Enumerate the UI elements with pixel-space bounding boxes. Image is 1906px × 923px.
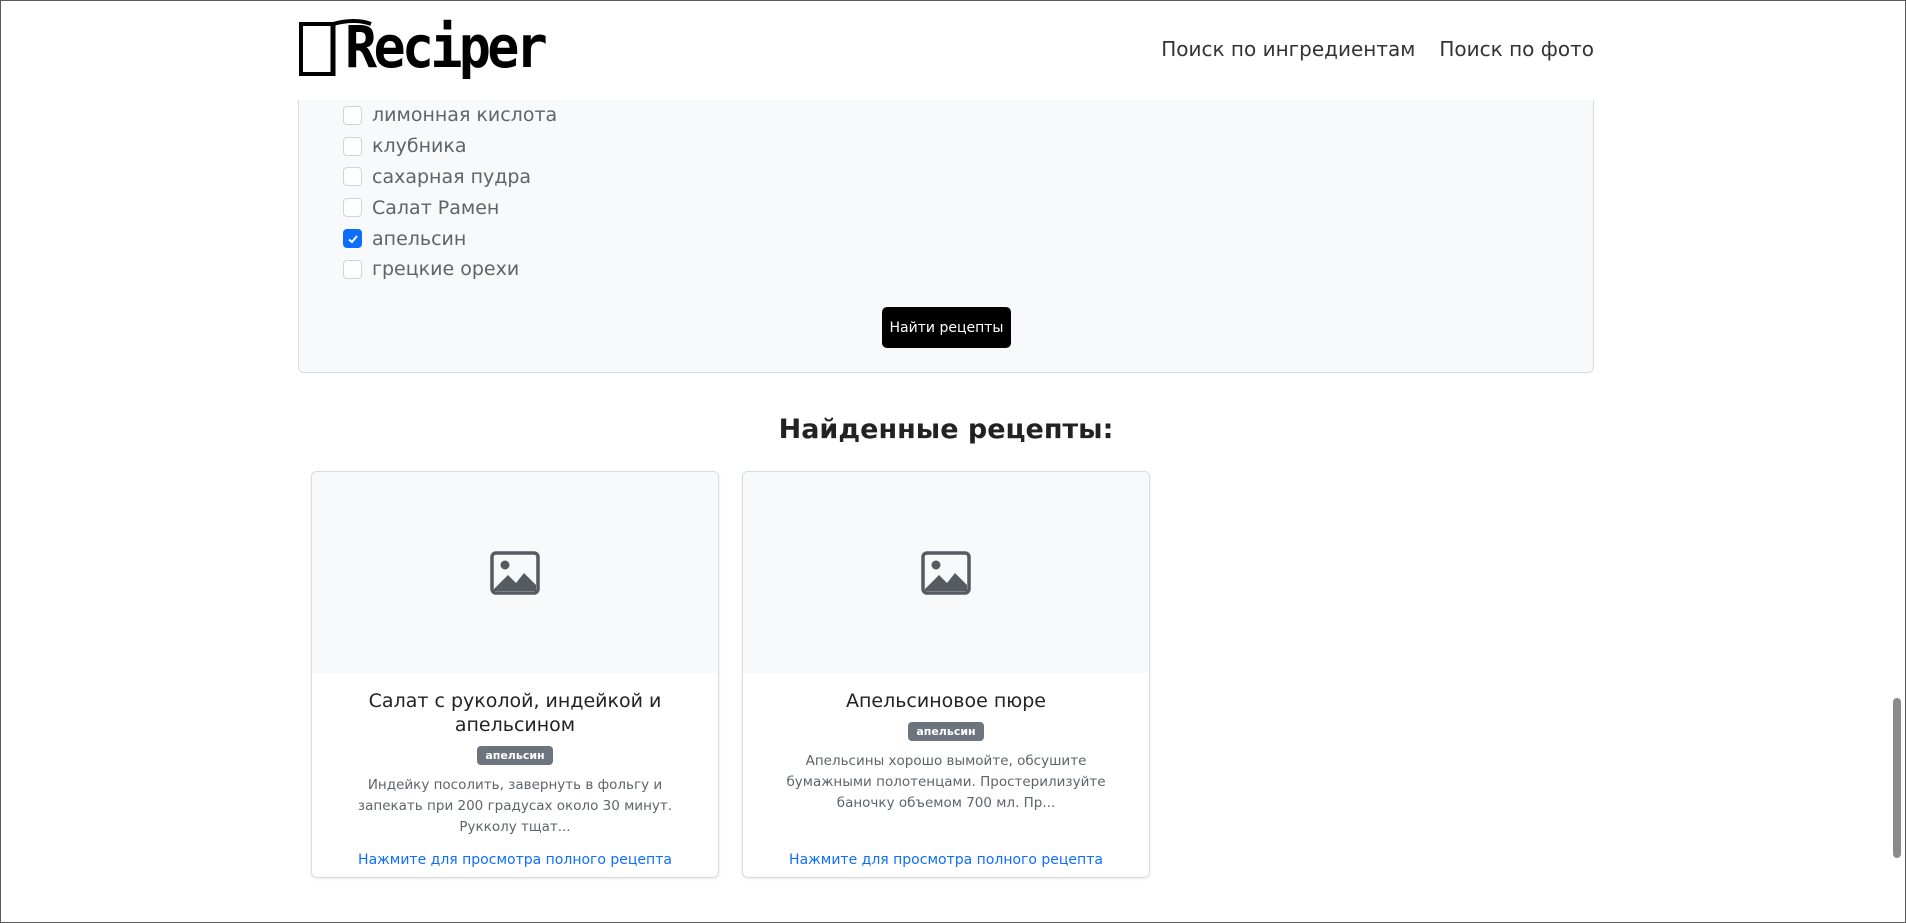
image-icon (921, 550, 971, 595)
recipe-title: Салат с руколой, индейкой и апельсином (368, 690, 662, 736)
recipe-card-body: Салат с руколой, индейкой и апельсином а… (312, 673, 718, 838)
ingredient-checkbox[interactable] (343, 198, 362, 218)
view-full-recipe-link[interactable]: Нажмите для просмотра полного рецепта (743, 852, 1149, 868)
navbar: Reciper Поиск по ингредиентам Поиск по ф… (1, 1, 1891, 100)
image-icon (490, 550, 540, 595)
recipe-card[interactable]: Салат с руколой, индейкой и апельсином а… (311, 471, 719, 878)
ingredient-checkbox[interactable] (343, 136, 362, 156)
ingredient-checkbox[interactable] (343, 105, 362, 125)
ingredient-label: апельсин (372, 227, 467, 250)
ingredient-checkbox[interactable] (343, 259, 362, 279)
ingredient-label: клубника (372, 135, 467, 158)
nav-links: Поиск по ингредиентам Поиск по фото (1161, 37, 1594, 61)
ingredient-badge: апельсин (477, 746, 553, 765)
ingredient-checkbox[interactable] (343, 167, 362, 187)
recipe-card-body: Апельсиновое пюре апельсин Апельсины хор… (743, 673, 1149, 814)
browser-frame: Reciper Поиск по ингредиентам Поиск по ф… (0, 0, 1906, 923)
ingredient-item[interactable]: грецкие орехи (343, 254, 557, 285)
logo-text: Reciper (345, 13, 548, 81)
ingredient-item[interactable]: клубника (343, 131, 557, 162)
find-recipes-button[interactable]: Найти рецепты (882, 307, 1011, 348)
ingredient-label: лимонная кислота (372, 104, 558, 127)
ingredient-badge: апельсин (908, 722, 984, 741)
ingredient-item[interactable]: Салат Рамен (343, 192, 557, 223)
recipe-card[interactable]: Апельсиновое пюре апельсин Апельсины хор… (742, 471, 1150, 878)
recipe-description: Индейку посолить, завернуть в фольгу и з… (357, 777, 673, 835)
scrollbar-thumb[interactable] (1893, 698, 1901, 858)
logo[interactable]: Reciper (299, 14, 548, 80)
ingredient-list: лимонная кислота клубника сахарная пудра… (343, 100, 557, 285)
results-title: Найденные рецепты: (778, 414, 1114, 445)
recipe-image-placeholder (312, 472, 718, 673)
ingredient-item[interactable]: лимонная кислота (343, 100, 557, 131)
ingredients-panel: лимонная кислота клубника сахарная пудра… (298, 91, 1594, 373)
recipe-description: Апельсины хорошо вымойте, обсушите бумаж… (786, 753, 1106, 811)
nav-ingredient-search[interactable]: Поиск по ингредиентам (1161, 37, 1415, 61)
ingredient-item[interactable]: сахарная пудра (343, 162, 557, 193)
ingredient-label: сахарная пудра (372, 165, 532, 188)
ingredient-label: Салат Рамен (372, 196, 500, 219)
page-scrollbar[interactable] (1889, 1, 1905, 922)
recipe-image-placeholder (743, 472, 1149, 673)
ingredient-checkbox[interactable] (343, 229, 362, 249)
view-full-recipe-link[interactable]: Нажмите для просмотра полного рецепта (312, 852, 718, 868)
ingredient-item[interactable]: апельсин (343, 223, 557, 254)
ingredient-label: грецкие орехи (372, 258, 520, 281)
recipe-title: Апельсиновое пюре (845, 690, 1046, 712)
nav-photo-search[interactable]: Поиск по фото (1439, 37, 1594, 61)
